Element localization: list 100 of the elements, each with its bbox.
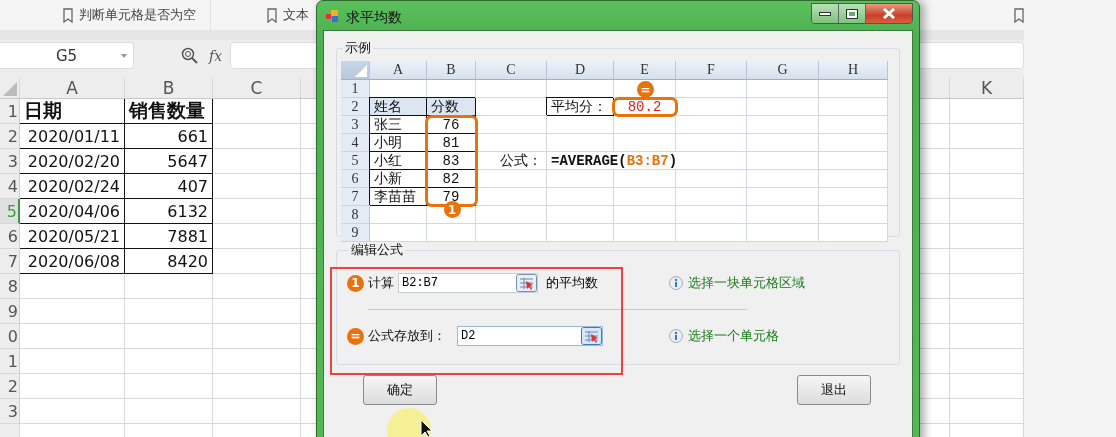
empty-cell [819,116,888,134]
empty-cell [547,224,614,242]
table-cell: 小明 [370,134,427,152]
empty-cell [819,98,888,116]
empty-cell [547,170,614,188]
row-header[interactable]: 2 [0,374,20,399]
row-header[interactable]: 1 [0,99,20,124]
step-marker: 1 [347,274,364,292]
name-box[interactable]: G5 [0,42,134,69]
empty-cell [614,116,676,134]
window-title: 求平均数 [346,9,402,25]
column-header[interactable]: B [125,77,213,99]
empty-cell [614,206,676,224]
minimize-icon [819,11,831,16]
bookmark-icon [267,7,277,23]
empty-cell [819,206,888,224]
table-cell: 李苗苗 [370,188,427,206]
table-cell: 小新 [370,170,427,188]
caret-icon [121,54,127,58]
row-header: 8 [341,206,370,224]
row-header: 3 [341,116,370,134]
column-header: G [747,61,819,80]
range-picker-icon[interactable] [581,327,602,345]
range-field[interactable]: B2:B7 [398,273,538,293]
row-header: 4 [341,134,370,152]
empty-cell [747,224,819,242]
row-header[interactable]: 4 [0,174,20,199]
empty-cell [819,134,888,152]
empty-cell [819,188,888,206]
empty-cell [476,80,547,98]
empty-cell [476,134,547,152]
empty-cell [614,170,676,188]
table-cell: 2020/02/24 [20,174,125,199]
zoom-icon[interactable] [181,46,199,65]
empty-cell [476,188,547,206]
row-header[interactable]: 9 [0,299,20,324]
info-icon [669,329,683,343]
range-picker-icon[interactable] [516,274,537,292]
function-button[interactable]: fx [209,47,223,64]
empty-cell [819,80,888,98]
table-cell: 7881 [125,224,213,249]
document-tab[interactable]: 文本 [283,6,309,24]
empty-cell [676,170,747,188]
empty-cell [676,188,747,206]
row-header: 2 [341,98,370,116]
row-header[interactable]: 1 [0,349,20,374]
step-marker: 1 [443,201,461,218]
row-header[interactable]: 6 [0,224,20,249]
empty-cell [547,134,614,152]
minimize-button[interactable] [812,4,839,23]
column-header[interactable]: A [20,77,125,99]
step-marker: = [347,327,364,345]
column-header: A [370,61,427,80]
maximize-button[interactable] [839,4,866,23]
empty-cell [819,152,888,170]
row-header[interactable]: 0 [0,324,20,349]
ok-button[interactable]: 确定 [363,375,437,405]
empty-cell [614,188,676,206]
target-cell-field[interactable]: D2 [457,326,603,346]
group-label: 编辑公式 [350,241,404,259]
column-header[interactable]: C [213,77,301,99]
column-header: D [547,61,614,80]
column-header: C [476,61,547,80]
empty-cell [547,206,614,224]
field-label: 计算 [368,274,395,292]
empty-cell [676,80,747,98]
row-header[interactable]: 3 [0,399,20,424]
formula-text: =AVERAGE(B3:B7) [547,152,747,170]
document-tab[interactable]: 判断单元格是否为空 [79,6,196,24]
empty-cell [747,116,819,134]
group-label: 示例 [344,39,372,57]
empty-cell [676,98,747,116]
empty-cell [676,116,747,134]
empty-cell [676,134,747,152]
step-marker: = [637,81,654,98]
table-cell: 2020/05/21 [20,224,125,249]
close-button[interactable] [866,4,912,23]
empty-cell [747,206,819,224]
empty-cell [747,170,819,188]
column-header[interactable]: K [950,77,1024,99]
column-header: H [819,61,888,80]
empty-cell [747,188,819,206]
table-cell: 姓名 [370,98,427,116]
table-cell: 2020/04/06 [20,199,125,224]
empty-cell [614,134,676,152]
table-cell: 407 [125,174,213,199]
row-header[interactable]: 2 [0,124,20,149]
empty-cell [614,224,676,242]
exit-button[interactable]: 退出 [797,375,871,405]
bookmark-icon [63,7,73,23]
empty-cell [476,224,547,242]
table-cell: 2020/01/11 [20,124,125,149]
row-header[interactable]: 8 [0,274,20,299]
table-cell: 公式： [476,152,547,170]
field-label: 公式存放到： [368,327,447,345]
row-header[interactable]: 3 [0,149,20,174]
maximize-icon [846,8,858,19]
row-header[interactable]: 7 [0,249,20,274]
bookmark-icon [1014,7,1024,23]
table-cell: 2020/06/08 [20,249,125,274]
